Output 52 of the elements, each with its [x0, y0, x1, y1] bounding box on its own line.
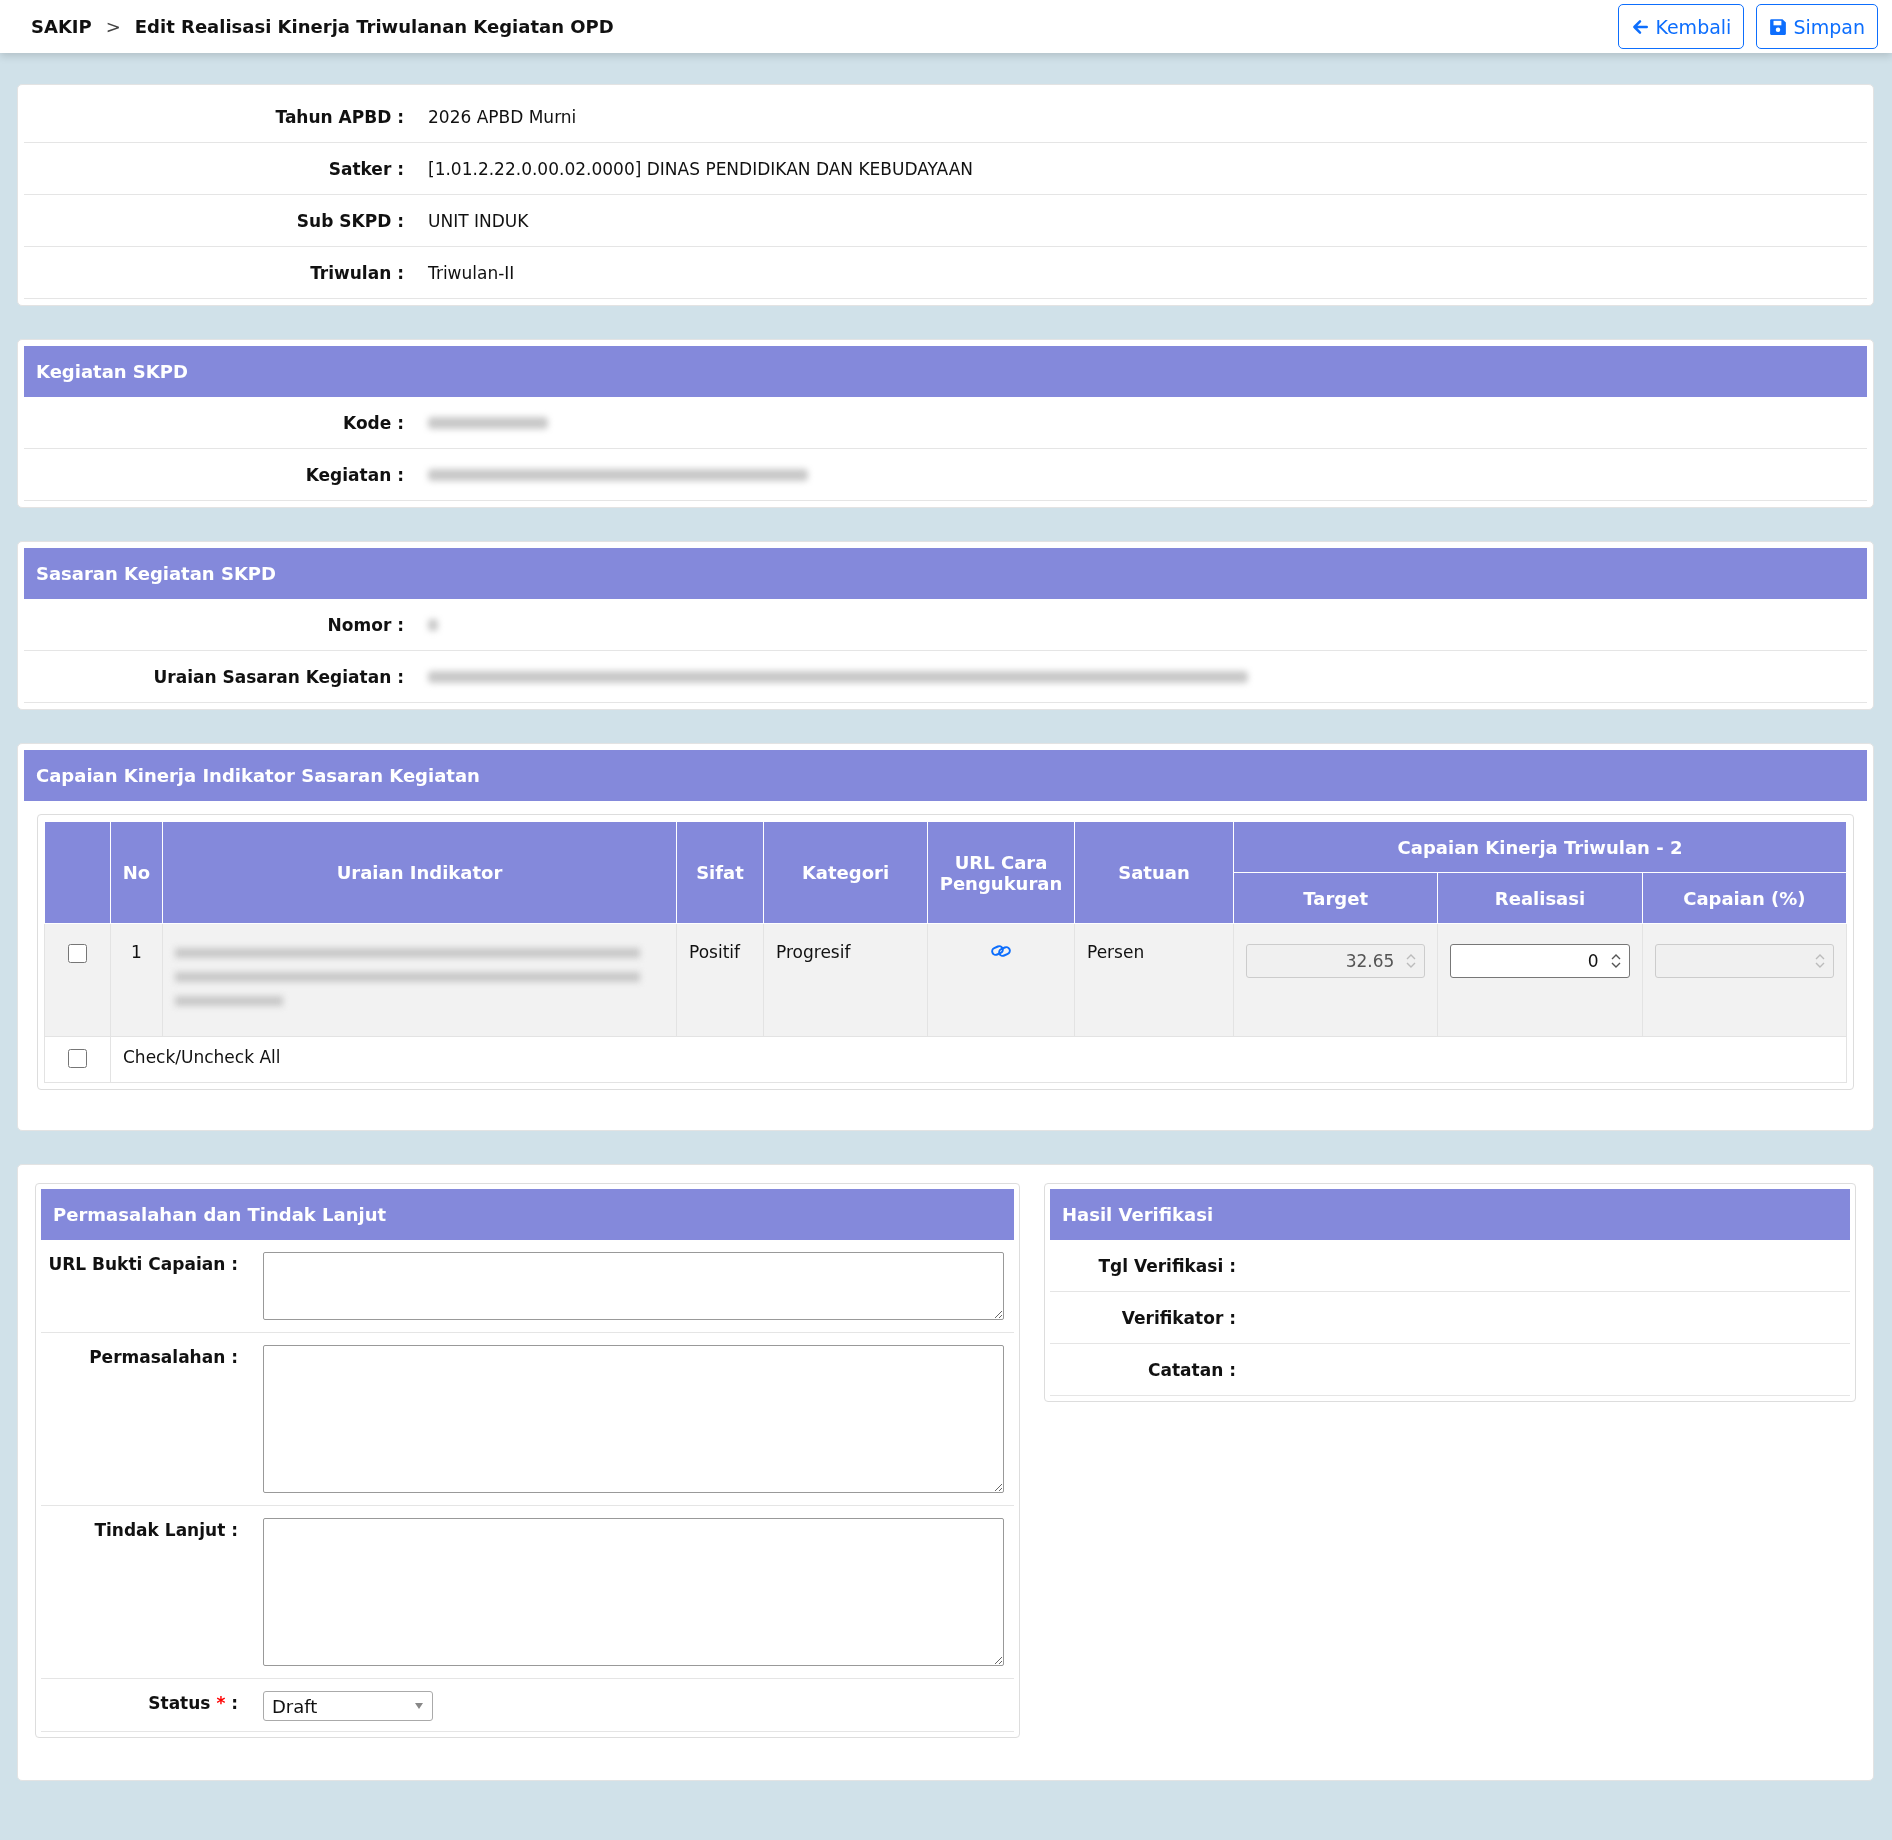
field-label: Uraian Sasaran Kegiatan : [152, 666, 404, 687]
section-header: Sasaran Kegiatan SKPD [24, 548, 1867, 599]
section-header: Hasil Verifikasi [1050, 1189, 1850, 1240]
field-label: Tahun APBD : [274, 106, 404, 127]
field-value: Triwulan-II [428, 262, 516, 283]
field-label: Satker : [327, 158, 404, 179]
column-header: Uraian Indikator [162, 821, 677, 924]
breadcrumb-root[interactable]: SAKIP [31, 16, 92, 37]
field-label: Sub SKPD : [295, 210, 404, 231]
column-header: Kategori [763, 821, 928, 924]
column-header: Satuan [1074, 821, 1234, 924]
column-header: URL Cara Pengukuran [927, 821, 1075, 924]
field-value: [1.01.2.22.0.00.02.0000] DINAS PENDIDIKAN DAN KEBUDAYAAN [428, 158, 975, 179]
column-header: Capaian (%) [1642, 872, 1847, 924]
page-title: Edit Realisasi Kinerja Triwulanan Kegiatan OPD [134, 16, 614, 37]
field-label: Tindak Lanjut : [93, 1519, 238, 1542]
link-icon[interactable] [990, 944, 1012, 958]
column-header: Sifat [676, 821, 764, 924]
field-label: Triwulan : [309, 262, 404, 283]
arrow-left-icon [1631, 17, 1650, 36]
table-cell: Persen [1074, 923, 1234, 1037]
field-value: 2026 APBD Murni [428, 106, 578, 127]
check-all-checkbox[interactable] [68, 1049, 87, 1068]
table-cell: Positif [676, 923, 764, 1037]
text-area[interactable] [263, 1252, 1004, 1320]
column-group-header: Capaian Kinerja Triwulan - 2 [1233, 821, 1847, 873]
back-button[interactable]: Kembali [1618, 4, 1745, 49]
number-field[interactable]: 0 [1450, 944, 1630, 978]
table-cell: 1 [110, 923, 163, 1037]
field-value: UNIT INDUK [428, 210, 530, 231]
field-label: Nomor : [326, 614, 404, 635]
section-header: Kegiatan SKPD [24, 346, 1867, 397]
section-header: Permasalahan dan Tindak Lanjut [41, 1189, 1014, 1240]
status-select[interactable]: Draft [263, 1691, 433, 1721]
field-label: Permasalahan : [88, 1346, 238, 1369]
field-label: Kegiatan : [304, 464, 404, 485]
column-header: No [110, 821, 163, 924]
column-header: Realisasi [1437, 872, 1643, 924]
field-label: URL Bukti Capaian : [47, 1253, 238, 1276]
field-label: Catatan : [1147, 1359, 1236, 1380]
section-header: Capaian Kinerja Indikator Sasaran Kegiatan [24, 750, 1867, 801]
breadcrumb-separator: > [105, 16, 121, 37]
row-checkbox[interactable] [68, 944, 87, 963]
field-label: Kode : [342, 412, 404, 433]
field-label: Verifikator : [1120, 1307, 1236, 1328]
check-all-label: Check/Uncheck All [123, 1047, 281, 1067]
field-label: Tgl Verifikasi : [1097, 1255, 1236, 1276]
field-label: Status * : [147, 1692, 238, 1715]
column-header: Target [1233, 872, 1438, 924]
table-cell: Progresif [763, 923, 928, 1037]
caret-icon [414, 1702, 424, 1710]
save-button[interactable]: Simpan [1756, 4, 1878, 49]
